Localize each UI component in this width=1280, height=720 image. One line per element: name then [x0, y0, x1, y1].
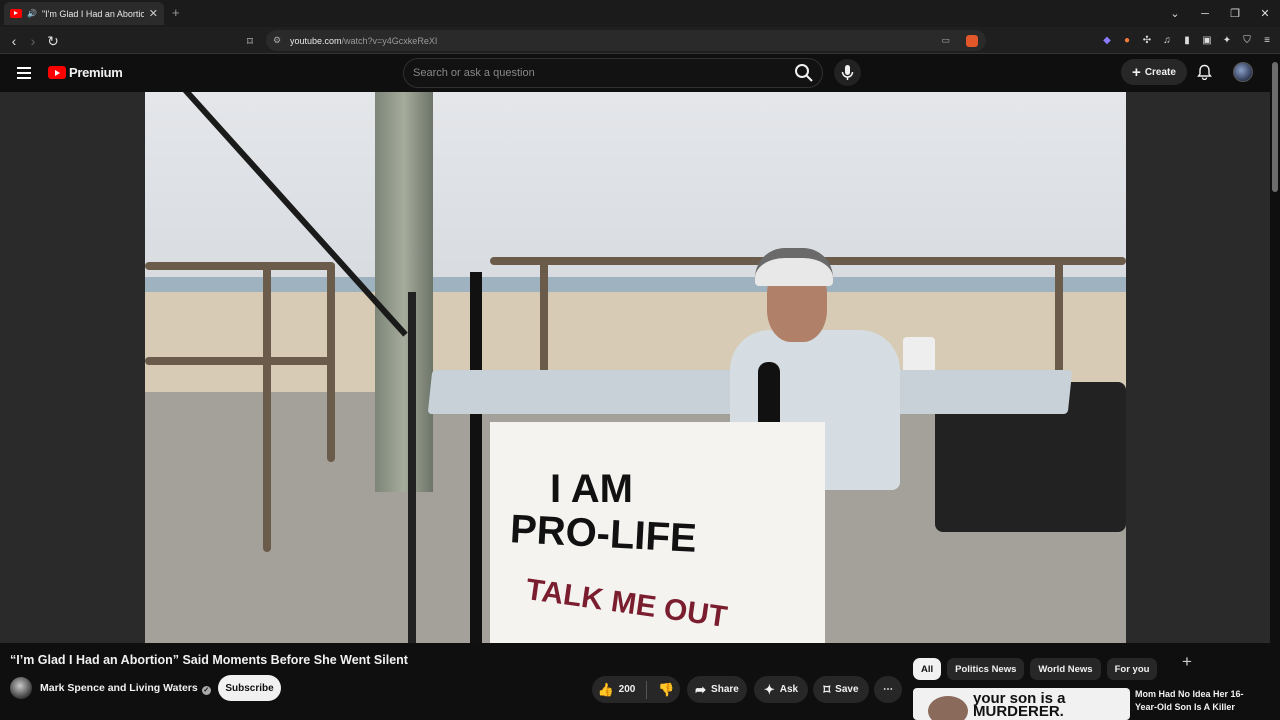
bookmark-icon[interactable]: ⌑ — [241, 32, 259, 50]
account-avatar[interactable] — [1233, 62, 1253, 82]
search-box — [403, 58, 823, 88]
page-scrollbar[interactable] — [1270, 54, 1280, 720]
related-video-title[interactable]: Mom Had No Idea Her 16-Year-Old Son Is A… — [1135, 688, 1260, 714]
save-bookmark-icon: ⌑ — [823, 681, 831, 697]
channel-name[interactable]: Mark Spence and Living Waters ✓ — [40, 682, 211, 695]
music-icon[interactable]: ♫ — [1160, 33, 1174, 47]
url-field[interactable]: ⚙ youtube.com/watch?v=y4GcxkeReXI ▭ — [266, 30, 986, 51]
scrollbar-thumb[interactable] — [1272, 62, 1278, 192]
close-window-button[interactable]: ✕ — [1250, 0, 1280, 27]
thumbs-up-icon[interactable]: 👍 — [597, 682, 613, 698]
youtube-logo[interactable]: Premium — [48, 65, 123, 80]
chip-for-you[interactable]: For you — [1106, 658, 1158, 680]
chip-politics-news[interactable]: Politics News — [947, 658, 1025, 680]
site-info-icon[interactable]: ⚙ — [273, 35, 281, 46]
close-tab-icon[interactable]: ✕ — [149, 7, 158, 20]
speaker-icon[interactable]: 🔊 — [27, 9, 37, 18]
tab-search-icon[interactable]: ⌄ — [1160, 0, 1190, 27]
video-title: “I’m Glad I Had an Abortion” Said Moment… — [10, 653, 408, 667]
extension-icon-2[interactable]: ● — [1120, 33, 1134, 47]
share-icon: ➦ — [695, 681, 707, 697]
back-icon[interactable]: ‹ — [5, 32, 23, 50]
extension-icon[interactable]: ◆ — [1100, 33, 1114, 47]
banner-line-2: PRO-LIFE — [509, 507, 698, 561]
forward-icon[interactable]: › — [24, 32, 42, 50]
like-count[interactable]: 200 — [619, 684, 636, 695]
address-bar: ‹ › ↻ ⌑ ⚙ youtube.com/watch?v=y4GcxkeReX… — [0, 27, 1280, 54]
maximize-button[interactable]: ❐ — [1220, 0, 1250, 27]
menu-icon[interactable]: ≡ — [1260, 33, 1274, 47]
channel-avatar[interactable] — [10, 677, 32, 699]
voice-search-button[interactable] — [834, 59, 861, 86]
share-button[interactable]: ➦ Share — [687, 676, 747, 703]
ask-label: Ask — [779, 684, 799, 695]
ask-button[interactable]: ✦ Ask — [754, 676, 808, 703]
video-player[interactable]: I AM PRO-LIFE TALK ME OUT — [145, 92, 1126, 643]
more-icon: ⋯ — [883, 684, 893, 695]
search-icon[interactable] — [793, 62, 815, 84]
banner-line-3: TALK ME OUT — [523, 573, 730, 634]
url-domain: youtube.com — [290, 35, 342, 46]
window-controls: ⌄ ─ ❐ ✕ — [1160, 0, 1280, 27]
wallet-icon[interactable]: ▣ — [1200, 33, 1214, 47]
banner-line-1: I AM — [550, 467, 633, 511]
cast-icon[interactable]: ▭ — [941, 35, 950, 46]
save-button[interactable]: ⌑ Save — [813, 676, 869, 703]
microphone-icon — [841, 65, 854, 80]
youtube-favicon-icon — [10, 9, 22, 18]
logo-text: Premium — [69, 65, 123, 80]
pro-life-banner: I AM PRO-LIFE TALK ME OUT — [490, 422, 825, 643]
subscribe-button[interactable]: Subscribe — [218, 675, 281, 701]
related-video-thumbnail[interactable]: your son is a MURDERER. — [913, 688, 1130, 720]
hamburger-menu-icon[interactable] — [17, 67, 31, 79]
leo-ai-icon[interactable]: ✦ — [1220, 33, 1234, 47]
filter-chips: All Politics News World News For you — [913, 658, 1158, 680]
minimize-button[interactable]: ─ — [1190, 0, 1220, 27]
verified-check-icon: ✓ — [201, 686, 211, 695]
save-label: Save — [835, 684, 859, 695]
add-chip-icon[interactable]: + — [1182, 652, 1192, 672]
extensions-puzzle-icon[interactable]: ✣ — [1140, 33, 1154, 47]
thumbs-down-icon[interactable]: 👎 — [658, 682, 674, 698]
sparkle-icon: ✦ — [763, 681, 775, 697]
youtube-play-icon — [48, 66, 66, 79]
create-button[interactable]: + Create — [1121, 59, 1187, 85]
share-label: Share — [711, 684, 739, 695]
lamp-pillar — [375, 92, 433, 492]
url-path: /watch?v=y4GcxkeReXI — [341, 35, 438, 46]
chip-world-news[interactable]: World News — [1030, 658, 1101, 680]
chip-all[interactable]: All — [913, 658, 942, 680]
new-tab-button[interactable]: + — [172, 5, 180, 20]
youtube-header: Premium — [0, 54, 1280, 92]
more-actions-button[interactable]: ⋯ — [874, 676, 902, 703]
search-input[interactable] — [413, 65, 773, 81]
sidebar-icon[interactable]: ▮ — [1180, 33, 1194, 47]
plus-icon: + — [1132, 63, 1141, 81]
tab-title: "I'm Glad I Had an Abortion" — [41, 8, 144, 19]
brave-shield-icon[interactable] — [966, 34, 978, 47]
reload-icon[interactable]: ↻ — [44, 32, 62, 50]
create-label: Create — [1144, 66, 1176, 78]
browser-tab[interactable]: 🔊 "I'm Glad I Had an Abortion" ✕ — [4, 2, 164, 25]
like-dislike-group: 👍 200 👎 — [592, 676, 680, 703]
notifications-bell-icon[interactable] — [1197, 64, 1212, 80]
vpn-shield-icon[interactable]: ⛉ — [1240, 33, 1254, 47]
thumbnail-text: your son is a MURDERER. — [973, 690, 1066, 720]
browser-tab-bar: 🔊 "I'm Glad I Had an Abortion" ✕ + ⌄ ─ ❐… — [0, 0, 1280, 27]
